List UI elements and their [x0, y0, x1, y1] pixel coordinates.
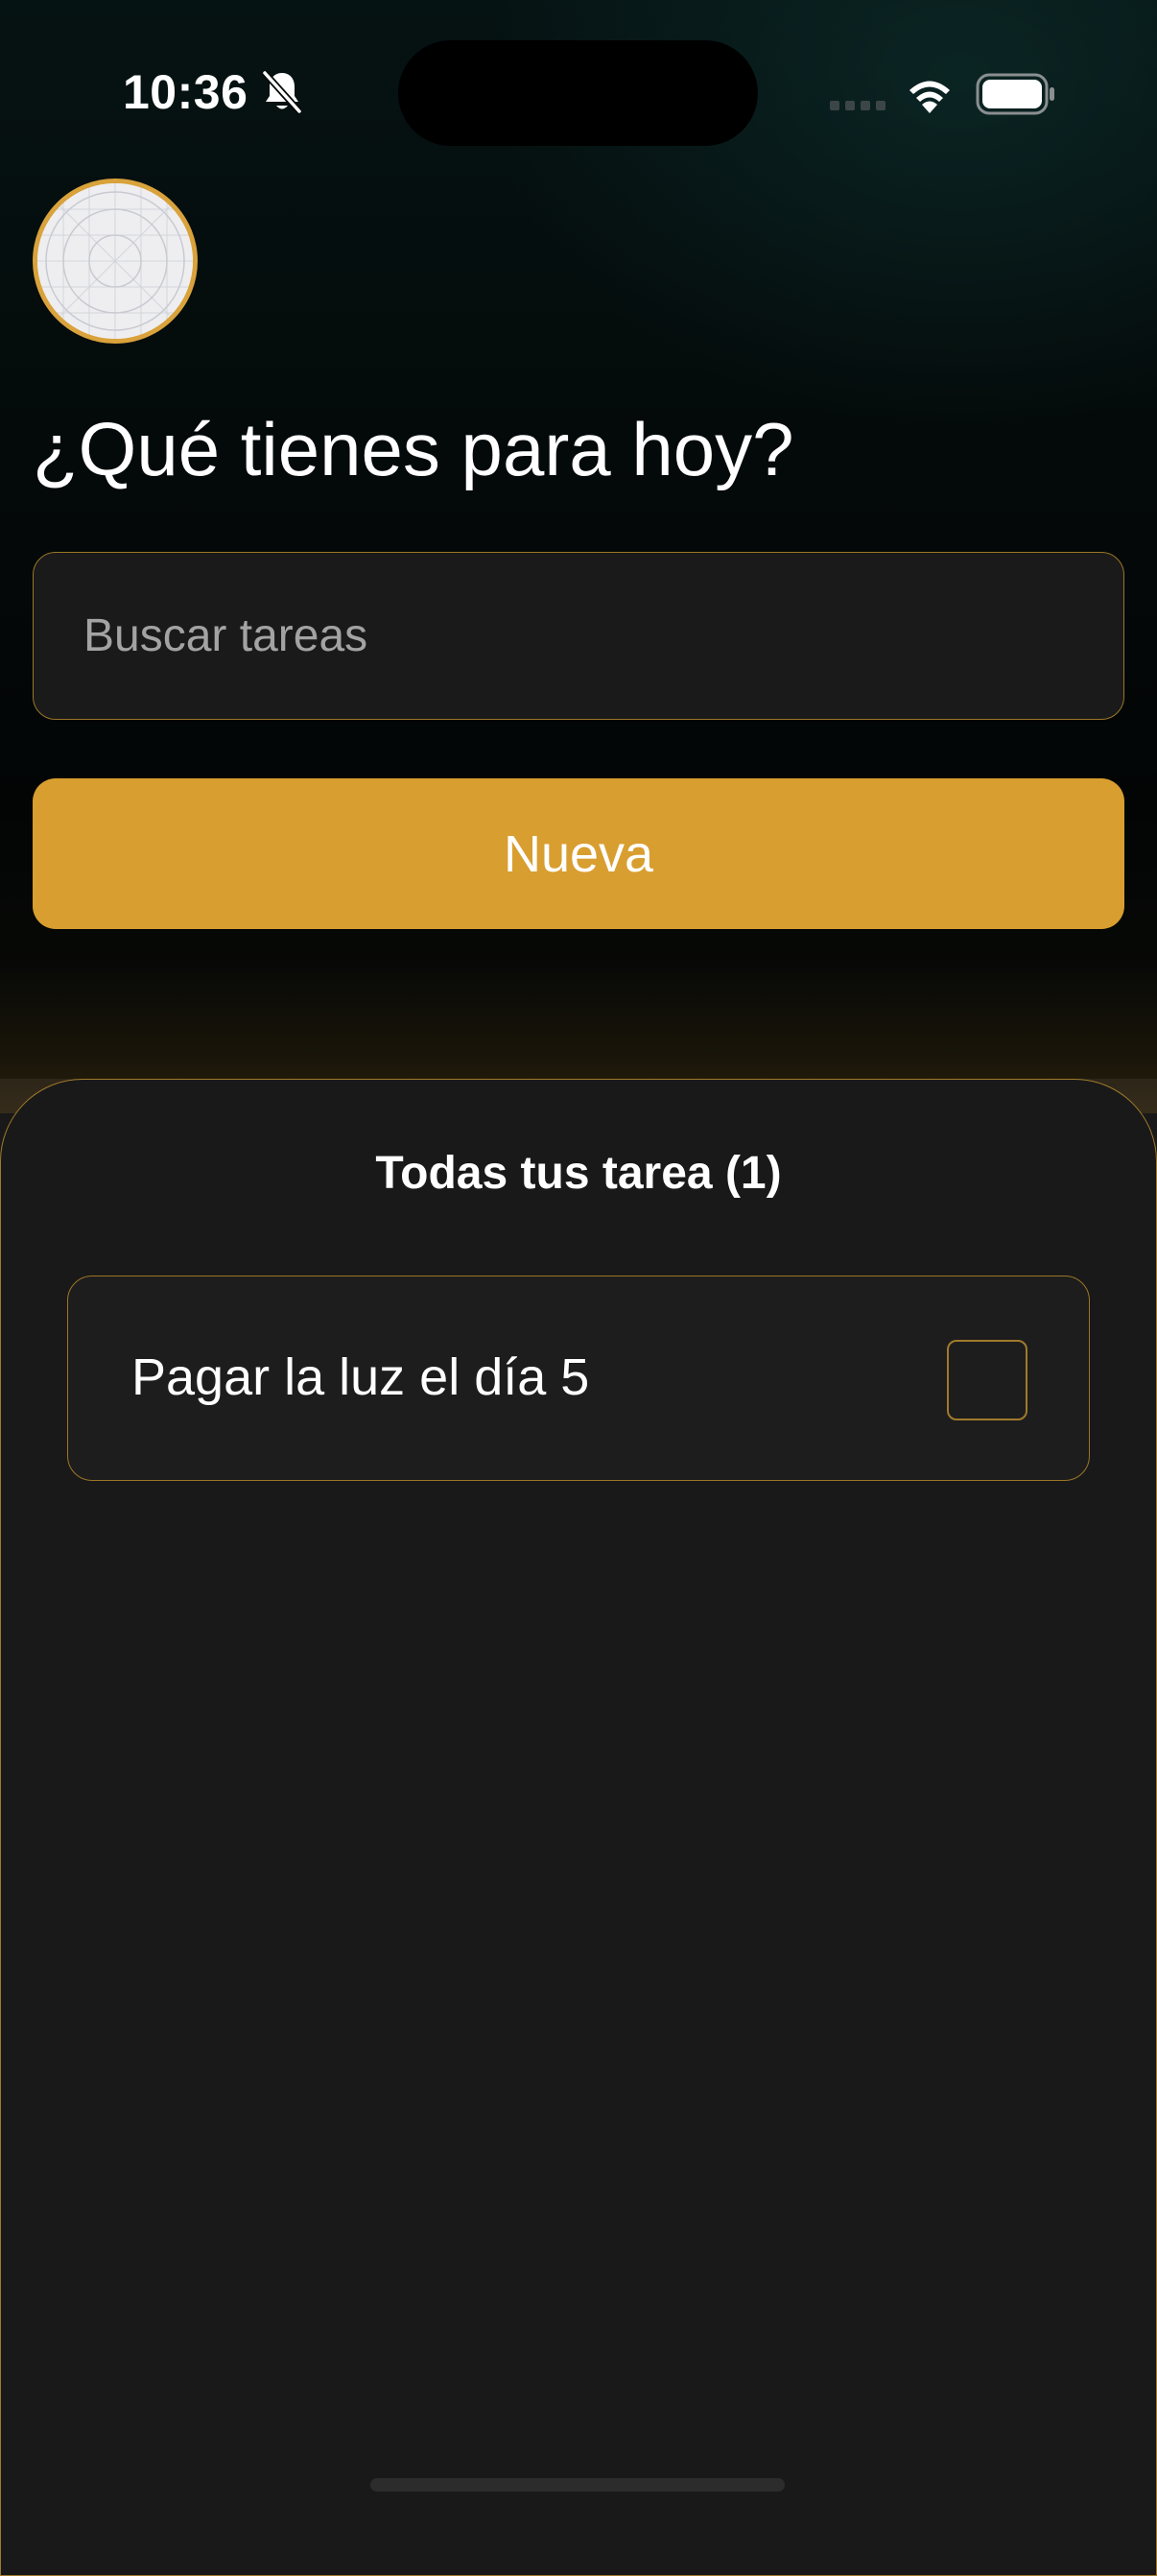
avatar-placeholder-icon: [37, 183, 193, 339]
avatar[interactable]: [33, 179, 198, 344]
search-field[interactable]: [33, 552, 1124, 720]
battery-icon: [976, 73, 1054, 115]
task-label: Pagar la luz el día 5: [131, 1348, 590, 1406]
bell-slash-icon: [262, 70, 302, 114]
task-list-title: Todas tus tarea (1): [375, 1148, 782, 1199]
status-time: 10:36: [123, 65, 248, 119]
wifi-icon: [909, 81, 950, 113]
cellular-signal-icon: [830, 101, 885, 110]
page-title: ¿Qué tienes para hoy?: [33, 407, 794, 491]
home-indicator[interactable]: [370, 2478, 785, 2492]
task-item[interactable]: Pagar la luz el día 5: [67, 1276, 1090, 1481]
new-task-button[interactable]: Nueva: [33, 778, 1124, 929]
search-input[interactable]: [34, 553, 1123, 719]
dynamic-island: [398, 40, 758, 146]
task-checkbox[interactable]: [947, 1340, 1027, 1420]
